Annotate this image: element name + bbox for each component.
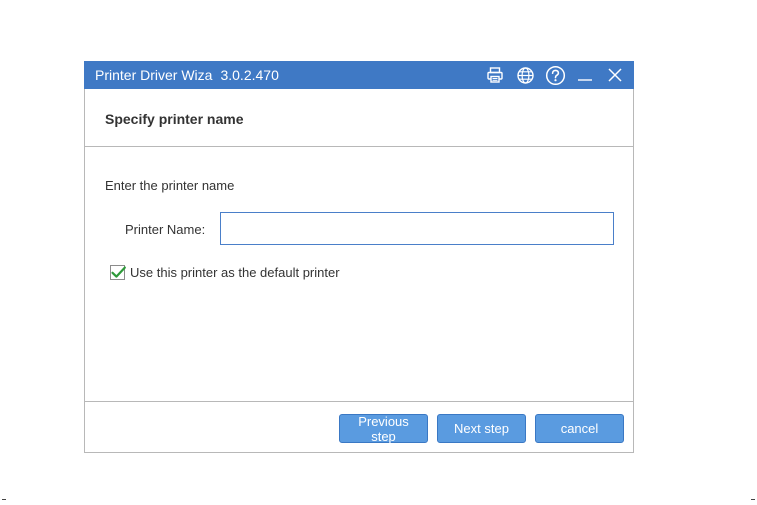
printer-name-label: Printer Name: bbox=[125, 222, 206, 237]
wizard-header: Specify printer name bbox=[85, 89, 633, 147]
printer-icon[interactable] bbox=[484, 64, 506, 86]
instruction-text: Enter the printer name bbox=[105, 178, 235, 193]
window-title-name: Printer Driver Wiza bbox=[95, 67, 213, 83]
default-printer-label: Use this printer as the default printer bbox=[130, 265, 340, 280]
next-step-button[interactable]: Next step bbox=[437, 414, 526, 443]
default-printer-checkbox[interactable] bbox=[110, 265, 126, 280]
close-icon[interactable] bbox=[604, 64, 626, 86]
title-bar-icons bbox=[484, 64, 626, 86]
printer-name-input[interactable] bbox=[220, 212, 614, 245]
wizard-content: Enter the printer name Printer Name: Use… bbox=[85, 148, 633, 402]
corner-mark-right bbox=[751, 499, 755, 500]
window-title: Printer Driver Wiza 3.0.2.470 bbox=[95, 67, 279, 83]
globe-icon[interactable] bbox=[514, 64, 536, 86]
previous-step-button[interactable]: Previous step bbox=[339, 414, 428, 444]
default-printer-option[interactable]: Use this printer as the default printer bbox=[110, 265, 340, 280]
step-title: Specify printer name bbox=[105, 111, 244, 127]
corner-mark-left bbox=[2, 499, 6, 500]
help-icon[interactable] bbox=[544, 64, 566, 86]
wizard-footer: Previous step Next step cancel bbox=[85, 403, 633, 452]
cancel-button[interactable]: cancel bbox=[535, 414, 624, 443]
window-version: 3.0.2.470 bbox=[220, 67, 279, 83]
wizard-window: Printer Driver Wiza 3.0.2.470 Specify pr… bbox=[84, 61, 634, 453]
screen: Printer Driver Wiza 3.0.2.470 Specify pr… bbox=[0, 0, 757, 505]
title-bar[interactable]: Printer Driver Wiza 3.0.2.470 bbox=[84, 61, 634, 89]
minimize-icon[interactable] bbox=[574, 64, 596, 86]
checkmark-icon bbox=[111, 266, 126, 278]
